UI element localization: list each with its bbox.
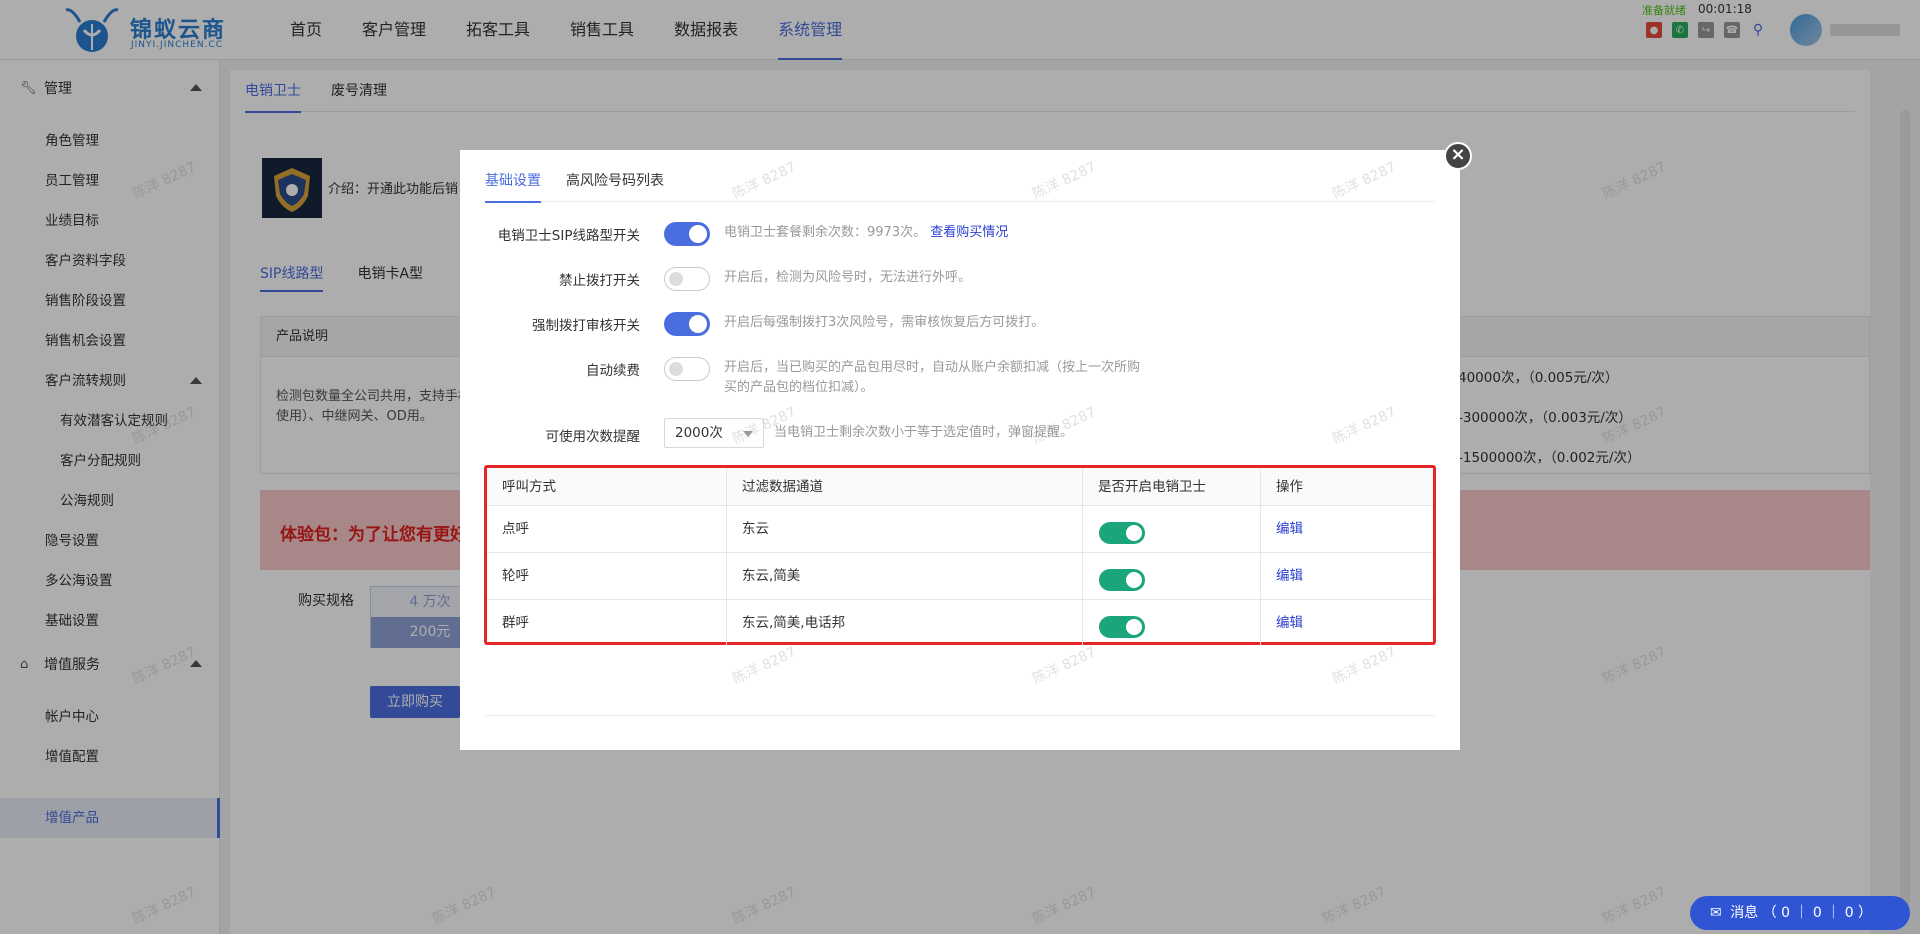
remaining-count-text: 电销卫士套餐剩余次数：9973次。 (724, 225, 927, 240)
table-row: 轮呼 东云,简美 编辑 (487, 553, 1433, 600)
table-header: 呼叫方式 过滤数据通道 是否开启电销卫士 操作 (487, 468, 1433, 506)
sip-switch-toggle[interactable] (664, 222, 710, 246)
column-header: 操作 (1276, 479, 1303, 495)
force-switch-hint: 开启后每强制拨打3次风险号，需审核恢复后方可拨打。 (724, 315, 1045, 330)
sip-switch-label: 电销卫士SIP线路型开关 (497, 228, 640, 244)
auto-renew-hint-line: 开启后，当已购买的产品包用尽时，自动从账户余额扣减（按上一次所购 (724, 360, 1141, 375)
toggle-knob (1126, 619, 1142, 635)
tab-risk-numbers[interactable]: 高风险号码列表 (566, 150, 664, 202)
cell-action: 编辑 (1261, 600, 1433, 647)
remind-label: 可使用次数提醒 (545, 429, 641, 445)
toggle-knob (669, 362, 683, 376)
message-counts: （ 0 ｜ 0 ｜ 0 ） (1762, 905, 1873, 921)
select-value: 2000次 (675, 425, 723, 441)
guard-enabled-toggle[interactable] (1099, 522, 1145, 544)
modal-divider (485, 715, 1435, 716)
auto-renew-hint: 开启后，当已购买的产品包用尽时，自动从账户余额扣减（按上一次所购 买的产品包的档… (724, 358, 1194, 398)
sip-switch-hint: 电销卫士套餐剩余次数：9973次。 查看购买情况 (724, 223, 1008, 243)
force-switch-label: 强制拨打审核开关 (532, 318, 640, 334)
cell-method: 群呼 (487, 600, 727, 647)
edit-link[interactable]: 编辑 (1276, 568, 1303, 584)
close-icon[interactable]: × (1444, 142, 1472, 170)
view-purchase-link[interactable]: 查看购买情况 (930, 225, 1008, 240)
cell-method: 轮呼 (487, 553, 727, 600)
page-scrollbar[interactable] (1900, 110, 1910, 910)
cell-method: 点呼 (487, 506, 727, 553)
edit-link[interactable]: 编辑 (1276, 615, 1303, 631)
table-row: 群呼 东云,简美,电话邦 编辑 (487, 600, 1433, 647)
cell-channel: 东云,简美 (727, 553, 1083, 600)
toggle-knob (689, 225, 707, 243)
cell-channel: 东云,简美,电话邦 (727, 600, 1083, 647)
tab-basic-settings[interactable]: 基础设置 (485, 150, 541, 203)
column-header: 是否开启电销卫士 (1083, 468, 1261, 506)
call-method-table: 呼叫方式 过滤数据通道 是否开启电销卫士 操作 点呼 东云 编辑 轮呼 东云,简… (484, 465, 1436, 647)
column-header: 过滤数据通道 (727, 468, 1083, 506)
message-icon: ✉ (1710, 905, 1722, 921)
message-bar[interactable]: ✉ 消息 （ 0 ｜ 0 ｜ 0 ） (1690, 896, 1910, 930)
guard-settings-modal: 基础设置 高风险号码列表 电销卫士SIP线路型开关 电销卫士套餐剩余次数：997… (460, 150, 1460, 750)
toggle-knob (689, 315, 707, 333)
cell-action: 编辑 (1261, 553, 1433, 600)
cell-channel: 东云 (727, 506, 1083, 553)
toggle-knob (1126, 525, 1142, 541)
remind-hint: 当电销卫士剩余次数小于等于选定值时，弹窗提醒。 (774, 425, 1074, 440)
table-row: 点呼 东云 编辑 (487, 506, 1433, 553)
cell-guard-toggle (1083, 506, 1261, 553)
ban-switch-hint: 开启后，检测为风险号时，无法进行外呼。 (724, 270, 972, 285)
message-label: 消息 (1730, 905, 1759, 921)
force-switch-toggle[interactable] (664, 312, 710, 336)
toggle-knob (669, 272, 683, 286)
guard-enabled-toggle[interactable] (1099, 569, 1145, 591)
ban-switch-label: 禁止拨打开关 (559, 273, 640, 289)
cell-action: 编辑 (1261, 506, 1433, 553)
auto-renew-hint-line: 买的产品包的档位扣减）。 (724, 380, 874, 395)
guard-enabled-toggle[interactable] (1099, 616, 1145, 638)
edit-link[interactable]: 编辑 (1276, 521, 1303, 537)
toggle-knob (1126, 572, 1142, 588)
cell-guard-toggle (1083, 600, 1261, 647)
auto-renew-label: 自动续费 (586, 363, 640, 379)
auto-renew-toggle[interactable] (664, 357, 710, 381)
column-header: 呼叫方式 (487, 468, 727, 506)
ban-switch-toggle[interactable] (664, 267, 710, 291)
cell-guard-toggle (1083, 553, 1261, 600)
modal-tabs: 基础设置 高风险号码列表 (485, 150, 1435, 203)
